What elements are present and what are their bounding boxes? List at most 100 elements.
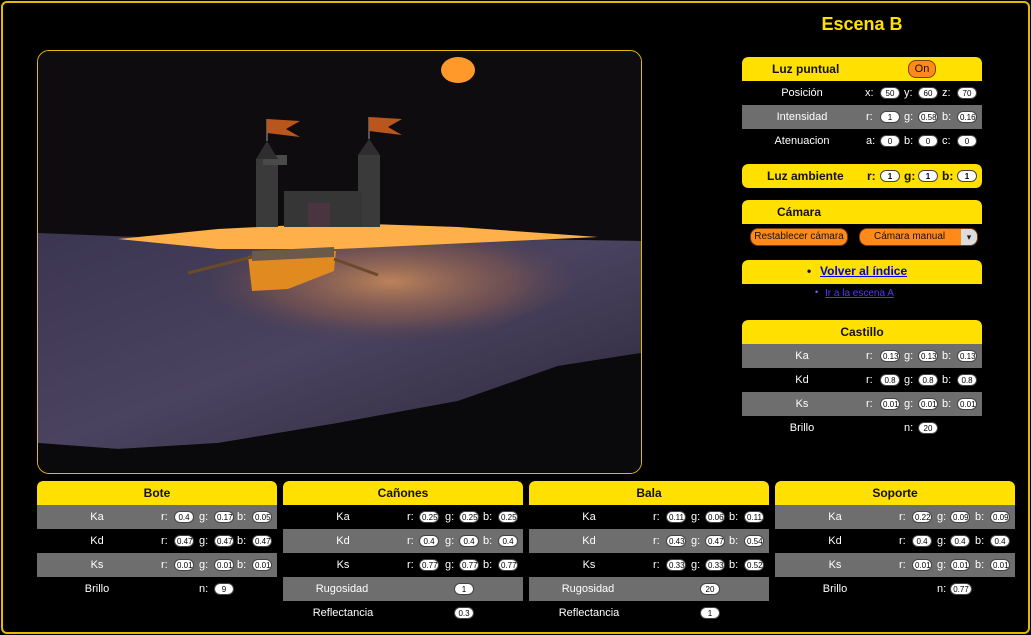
ambient-g-input[interactable]: 1 — [918, 170, 938, 182]
castle-brillo-row: Brillo n: 20 — [742, 416, 982, 440]
position-y-input[interactable]: 60 — [918, 87, 938, 99]
b-label: b: — [942, 169, 954, 183]
support-ks-g-input[interactable]: 0.01 — [950, 559, 970, 571]
boat-ks-r-input[interactable]: 0.01 — [174, 559, 194, 571]
castle-brillo-input[interactable]: 20 — [918, 422, 938, 434]
boat-kd-b-input[interactable]: 0.47 — [252, 535, 272, 547]
bullet-reflectancia-input[interactable]: 1 — [700, 607, 720, 619]
bullet-kd-r-input[interactable]: 0.43 — [666, 535, 686, 547]
boat-kd-g-input[interactable]: 0.47 — [214, 535, 234, 547]
ka-label: Ka — [795, 350, 809, 362]
support-ks-r-input[interactable]: 0.01 — [912, 559, 932, 571]
support-kd-b-input[interactable]: 0.4 — [990, 535, 1010, 547]
boat-ks-g-input[interactable]: 0.01 — [214, 559, 234, 571]
cannons-rugosidad-input[interactable]: 1 — [454, 583, 474, 595]
boat-ka-r-input[interactable]: 0.4 — [174, 511, 194, 523]
bullet-header: Bala — [529, 481, 769, 505]
r-label: r: — [407, 511, 414, 523]
r-label: r: — [161, 559, 168, 571]
boat-ka-b-input[interactable]: 0.05 — [252, 511, 272, 523]
go-to-scene-a-link[interactable]: Ir a la escena A — [825, 288, 894, 299]
castle-kd-r-input[interactable]: 0.8 — [880, 374, 900, 386]
bullet-kd-b-input[interactable]: 0.54 — [744, 535, 764, 547]
castle-ks-g-input[interactable]: 0.01 — [918, 398, 938, 410]
support-kd-r-input[interactable]: 0.4 — [912, 535, 932, 547]
support-kd-g-input[interactable]: 0.4 — [950, 535, 970, 547]
page-title: Escena B — [821, 14, 903, 34]
ambient-light-panel: Luz ambiente r: 1 g: 1 b: 1 — [742, 164, 982, 188]
ambient-r-input[interactable]: 1 — [880, 170, 900, 182]
intensity-b-input[interactable]: 0.16 — [957, 111, 977, 123]
bullet-icon: • — [815, 287, 819, 297]
support-ka-row: Ka r: 0.22 g: 0.09 b: 0.09 — [775, 505, 1015, 529]
cannons-kd-b-input[interactable]: 0.4 — [498, 535, 518, 547]
intensity-g-input[interactable]: 0.58 — [918, 111, 938, 123]
support-ka-g-input[interactable]: 0.09 — [950, 511, 970, 523]
castle-kd-g-input[interactable]: 0.8 — [918, 374, 938, 386]
bullet-ka-g-input[interactable]: 0.06 — [705, 511, 725, 523]
attenuation-a-input[interactable]: 0 — [880, 135, 900, 147]
boat-header: Bote — [37, 481, 277, 505]
cannons-reflectancia-input[interactable]: 0.3 — [454, 607, 474, 619]
boat-brillo-input[interactable]: 9 — [214, 583, 234, 595]
attenuation-c-input[interactable]: 0 — [957, 135, 977, 147]
bullet-rugosidad-row: Rugosidad 20 — [529, 577, 769, 601]
cannons-ka-b-input[interactable]: 0.25 — [498, 511, 518, 523]
cannons-kd-g-input[interactable]: 0.4 — [459, 535, 479, 547]
support-brillo-input[interactable]: 0.77 — [950, 583, 972, 595]
bullet-ks-r-input[interactable]: 0.33 — [666, 559, 686, 571]
bullet-ks-g-input[interactable]: 0.33 — [705, 559, 725, 571]
boat-kd-r-input[interactable]: 0.47 — [174, 535, 194, 547]
cannons-ka-r-input[interactable]: 0.25 — [419, 511, 439, 523]
bullet-ks-b-input[interactable]: 0.52 — [744, 559, 764, 571]
castle-kd-b-input[interactable]: 0.8 — [957, 374, 977, 386]
g-label: g: — [904, 374, 914, 386]
bullet-icon: • — [807, 264, 812, 278]
castle-ka-r-input[interactable]: 0.13 — [880, 350, 900, 362]
castle-ka-g-input[interactable]: 0.13 — [918, 350, 938, 362]
ambient-b-input[interactable]: 1 — [957, 170, 977, 182]
b-label: b: — [237, 535, 247, 547]
cannons-ks-b-input[interactable]: 0.77 — [498, 559, 518, 571]
cannons-ks-g-input[interactable]: 0.77 — [459, 559, 479, 571]
support-ks-b-input[interactable]: 0.01 — [990, 559, 1010, 571]
back-to-index-link[interactable]: Volver al índice — [820, 264, 907, 278]
bullet-ka-b-input[interactable]: 0.11 — [744, 511, 764, 523]
camera-panel: Cámara Restablecer cámara Cámara manual … — [742, 200, 982, 250]
bullet-rugosidad-input[interactable]: 20 — [700, 583, 720, 595]
light-sun — [441, 57, 475, 83]
support-ka-r-input[interactable]: 0.22 — [912, 511, 932, 523]
kd-label: Kd — [795, 374, 809, 386]
cannons-kd-row: Kd r: 0.4 g: 0.4 b: 0.4 — [283, 529, 523, 553]
scene-canvas[interactable] — [37, 50, 642, 474]
boat-ka-g-input[interactable]: 0.17 — [214, 511, 234, 523]
boat-ks-b-input[interactable]: 0.01 — [252, 559, 272, 571]
b-label: b: — [904, 135, 914, 147]
cannons-ks-r-input[interactable]: 0.77 — [419, 559, 439, 571]
g-label: g: — [445, 559, 455, 571]
ka-label: Ka — [90, 511, 104, 523]
castle-ks-r-input[interactable]: 0.01 — [880, 398, 900, 410]
r-label: r: — [653, 559, 660, 571]
g-label: g: — [937, 559, 947, 571]
position-x-input[interactable]: 50 — [880, 87, 900, 99]
b-label: b: — [729, 559, 739, 571]
cannons-kd-r-input[interactable]: 0.4 — [419, 535, 439, 547]
castle-ka-b-input[interactable]: 0.13 — [957, 350, 977, 362]
support-ka-b-input[interactable]: 0.09 — [990, 511, 1010, 523]
bullet-ka-r-input[interactable]: 0.11 — [666, 511, 686, 523]
support-brillo-row: Brillo n: 0.77 — [775, 577, 1015, 601]
bullet-kd-g-input[interactable]: 0.47 — [705, 535, 725, 547]
camera-mode-select[interactable]: Cámara manual ▾ — [859, 228, 978, 246]
attenuation-b-input[interactable]: 0 — [918, 135, 938, 147]
b-label: b: — [729, 511, 739, 523]
cannons-ka-g-input[interactable]: 0.25 — [459, 511, 479, 523]
reflectancia-label: Reflectancia — [312, 607, 374, 619]
intensity-r-input[interactable]: 1 — [880, 111, 900, 123]
point-light-toggle-button[interactable]: On — [908, 60, 936, 78]
support-kd-row: Kd r: 0.4 g: 0.4 b: 0.4 — [775, 529, 1015, 553]
position-z-input[interactable]: 70 — [957, 87, 977, 99]
castle-ks-b-input[interactable]: 0.01 — [957, 398, 977, 410]
g-label: g: — [691, 559, 701, 571]
reset-camera-button[interactable]: Restablecer cámara — [750, 228, 848, 246]
